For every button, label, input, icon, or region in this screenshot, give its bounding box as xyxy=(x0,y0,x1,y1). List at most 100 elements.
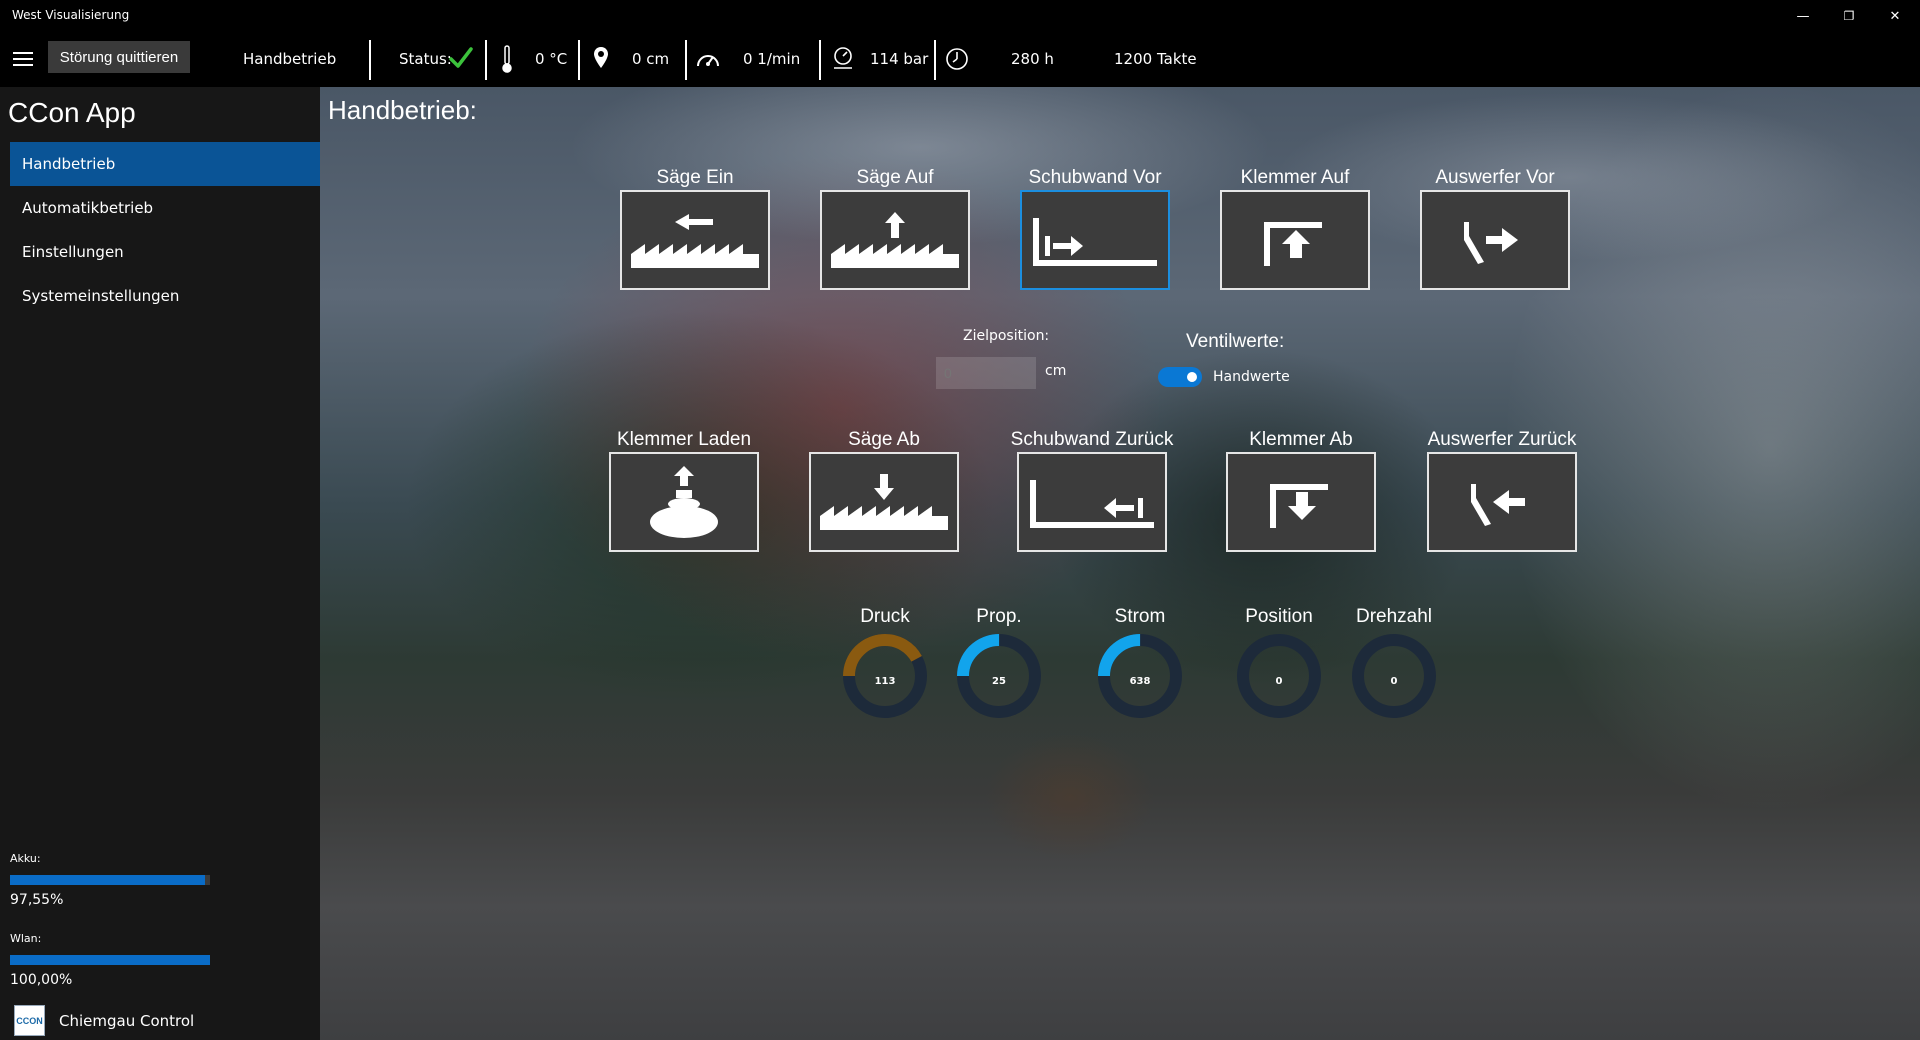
mode-indicator: Handbetrieb xyxy=(243,50,337,68)
auswerfer-vor-button[interactable] xyxy=(1420,190,1570,290)
brand-logo: CCON xyxy=(14,1005,45,1036)
restore-button[interactable]: ❐ xyxy=(1826,0,1872,32)
title-bar: West Visualisierung — ❐ ✕ xyxy=(0,0,1920,42)
valve-values-title: Ventilwerte: xyxy=(1186,331,1285,352)
klemmer-ab-button[interactable] xyxy=(1226,452,1376,552)
checkmark-icon xyxy=(449,47,473,68)
target-position-label: Zielposition: xyxy=(963,328,1050,344)
target-position-unit: cm xyxy=(1045,363,1067,379)
sidebar: CCon App Handbetrieb Automatikbetrieb Ei… xyxy=(0,87,320,1040)
gauge-value: 0 xyxy=(1390,676,1398,687)
speedometer-icon xyxy=(697,55,719,67)
control-label: Klemmer Ab xyxy=(1249,429,1353,450)
page-title: Handbetrieb: xyxy=(328,95,477,125)
control-label: Klemmer Auf xyxy=(1240,167,1350,188)
schubwand-zurueck-button[interactable] xyxy=(1017,452,1167,552)
position-value: 0 cm xyxy=(632,50,670,68)
toggle-knob xyxy=(1187,372,1197,382)
control-schubwand-vor: Schubwand Vor xyxy=(1020,167,1170,292)
control-auswerfer-vor: Auswerfer Vor xyxy=(1420,167,1570,292)
temperature-value: 0 °C xyxy=(535,50,568,68)
manual-values-toggle-label: Handwerte xyxy=(1213,369,1290,385)
control-label: Auswerfer Zurück xyxy=(1427,429,1577,450)
gauge-value: 638 xyxy=(1129,676,1151,687)
gauge-label: Strom xyxy=(1114,606,1166,627)
wifi-meter-fill xyxy=(10,955,210,965)
control-klemmer-ab: Klemmer Ab xyxy=(1226,429,1376,554)
clamp-down-icon xyxy=(1270,484,1328,528)
app-title: CCon App xyxy=(8,97,136,128)
gauge-label: Prop. xyxy=(976,606,1022,627)
divider xyxy=(485,40,487,80)
window-title: West Visualisierung xyxy=(12,8,130,22)
control-schubwand-zurueck: Schubwand Zurück xyxy=(1011,429,1173,554)
pressure-gauge-icon xyxy=(834,47,852,69)
saege-ein-button[interactable] xyxy=(620,190,770,290)
control-saege-ein: Säge Ein xyxy=(620,167,770,292)
pushwall-back-icon xyxy=(1030,480,1154,528)
clamp-up-icon xyxy=(1264,222,1322,266)
clamp-load-icon xyxy=(650,466,718,538)
control-auswerfer-zurueck: Auswerfer Zurück xyxy=(1427,429,1577,554)
gauge-druck: Druck 113 xyxy=(825,606,945,726)
divider xyxy=(685,40,687,80)
gauge-label: Position xyxy=(1245,606,1313,627)
battery-meter xyxy=(10,875,210,885)
hamburger-icon[interactable] xyxy=(10,46,36,72)
saege-auf-button[interactable] xyxy=(820,190,970,290)
location-pin-icon xyxy=(594,47,608,68)
control-label: Klemmer Laden xyxy=(616,429,752,450)
sidebar-item-automatikbetrieb[interactable]: Automatikbetrieb xyxy=(10,186,320,230)
control-label: Säge Auf xyxy=(856,167,934,188)
control-label: Schubwand Vor xyxy=(1028,167,1162,188)
sidebar-item-systemeinstellungen[interactable]: Systemeinstellungen xyxy=(10,274,320,318)
thermometer-icon xyxy=(502,45,512,73)
target-position-input[interactable] xyxy=(936,357,1036,389)
control-saege-auf: Säge Auf xyxy=(820,167,970,292)
control-saege-ab: Säge Ab xyxy=(809,429,959,554)
schubwand-vor-button[interactable] xyxy=(1020,190,1170,290)
sidebar-item-einstellungen[interactable]: Einstellungen xyxy=(10,230,320,274)
gauge-label: Drehzahl xyxy=(1355,606,1433,627)
gauge-value: 0 xyxy=(1275,676,1283,687)
sidebar-item-handbetrieb[interactable]: Handbetrieb xyxy=(10,142,320,186)
clock-icon xyxy=(946,48,968,70)
auswerfer-zurueck-button[interactable] xyxy=(1427,452,1577,552)
pushwall-forward-icon xyxy=(1033,218,1157,266)
gauge-position: Position 0 xyxy=(1219,606,1339,726)
gauge-label: Druck xyxy=(860,606,910,627)
operating-hours-value: 280 h xyxy=(1011,50,1054,68)
battery-label: Akku: xyxy=(10,852,41,865)
control-label: Auswerfer Vor xyxy=(1435,167,1555,188)
wifi-meter xyxy=(10,955,210,965)
ejector-back-icon xyxy=(1471,484,1525,526)
saw-down-arrow-icon xyxy=(820,474,948,530)
divider xyxy=(369,40,371,80)
manual-values-toggle[interactable] xyxy=(1158,367,1202,387)
acknowledge-fault-button[interactable]: Störung quittieren xyxy=(48,41,190,73)
control-label: Säge Ein xyxy=(656,167,734,188)
klemmer-laden-button[interactable] xyxy=(609,452,759,552)
divider xyxy=(934,40,936,80)
brand: CCON Chiemgau Control xyxy=(14,1005,194,1036)
saege-ab-button[interactable] xyxy=(809,452,959,552)
close-button[interactable]: ✕ xyxy=(1872,0,1918,32)
gauge-prop: Prop. 25 xyxy=(939,606,1059,726)
main-panel: Handbetrieb: Säge Ein Säge Auf Schubwand… xyxy=(320,87,1920,1040)
battery-value: 97,55% xyxy=(10,892,64,908)
pressure-value: 114 bar xyxy=(870,50,929,68)
command-bar: Störung quittieren Handbetrieb Status: 0… xyxy=(0,32,1920,87)
saw-left-arrow-icon xyxy=(631,214,759,268)
control-klemmer-auf: Klemmer Auf xyxy=(1220,167,1370,292)
gauge-drehzahl: Drehzahl 0 xyxy=(1334,606,1454,726)
brand-name: Chiemgau Control xyxy=(59,1011,195,1030)
control-label: Schubwand Zurück xyxy=(1010,429,1174,450)
klemmer-auf-button[interactable] xyxy=(1220,190,1370,290)
wifi-value: 100,00% xyxy=(10,972,73,988)
control-label: Säge Ab xyxy=(848,429,920,450)
saw-up-arrow-icon xyxy=(831,212,959,268)
wifi-label: Wlan: xyxy=(10,932,42,945)
cycle-count-value: 1200 Takte xyxy=(1114,50,1197,68)
minimize-button[interactable]: — xyxy=(1780,0,1826,32)
ejector-forward-icon xyxy=(1464,222,1518,264)
